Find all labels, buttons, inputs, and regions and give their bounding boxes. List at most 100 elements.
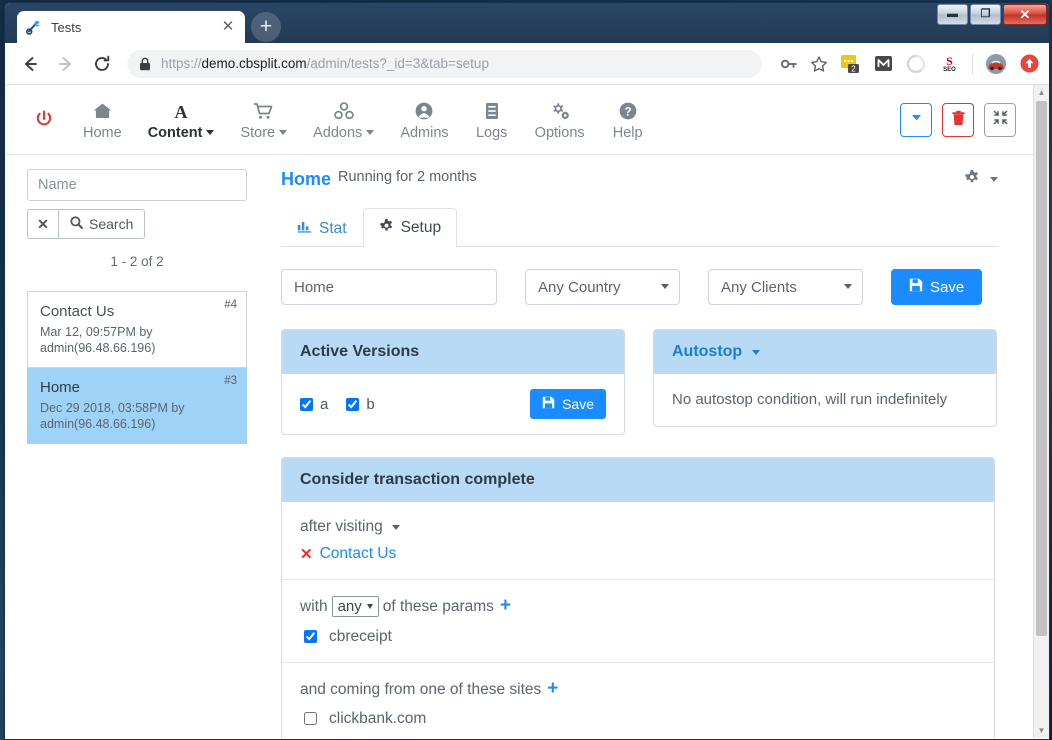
after-visiting-label: after visiting [300, 518, 383, 536]
list-item[interactable]: #4 Contact Us Mar 12, 09:57PM byadmin(96… [27, 291, 247, 368]
save-button[interactable]: Save [891, 269, 982, 305]
visited-page-link[interactable]: Contact Us [320, 545, 397, 563]
scrollbar-down-arrow[interactable]: ▼ [1034, 723, 1049, 738]
nav-item-options[interactable]: Options [535, 99, 585, 141]
circle-extension-icon[interactable] [906, 54, 926, 74]
address-bar[interactable]: https://demo.cbsplit.com/admin/tests?_id… [127, 50, 762, 78]
nav-item-help[interactable]: ? Help [611, 99, 645, 141]
search-icon [70, 216, 83, 232]
dropdown-toggle-button[interactable] [900, 103, 932, 137]
gears-icon [549, 99, 571, 123]
seo-extension-icon[interactable]: SSEO [939, 54, 959, 74]
desktop-background: Tests ✕ + ▬ ❐ ✕ [0, 0, 1052, 740]
caret-down-icon [910, 111, 923, 128]
scrollbar-up-arrow[interactable]: ▲ [1034, 85, 1049, 100]
site-clickbank-checkbox[interactable] [304, 712, 317, 725]
params-match-select[interactable]: any [332, 596, 379, 617]
key-icon[interactable] [780, 55, 798, 73]
list-item[interactable]: #3 Home Dec 29 2018, 03:58PM byadmin(96.… [27, 368, 247, 444]
delete-button[interactable] [942, 103, 974, 137]
browser-tab[interactable]: Tests ✕ [17, 11, 245, 43]
settings-menu-button[interactable] [964, 169, 998, 190]
forward-arrow-icon [56, 54, 76, 74]
chevron-down-icon [206, 130, 214, 135]
param-cbreceipt-checkbox[interactable] [304, 630, 317, 643]
after-visiting-dropdown[interactable]: after visiting [300, 518, 400, 536]
add-site-button[interactable]: + [547, 678, 558, 699]
svg-text:A: A [175, 102, 188, 121]
test-settings-form: Any Country Any Clients [281, 269, 998, 305]
nav-item-home[interactable]: Home [83, 99, 122, 141]
version-b-checkbox[interactable] [346, 398, 359, 411]
cart-icon [253, 99, 274, 123]
upload-extension-icon[interactable] [1019, 54, 1039, 74]
reload-button[interactable] [87, 49, 117, 79]
version-checkbox-b[interactable]: b [346, 396, 374, 413]
notes-extension-icon[interactable]: 2 [840, 54, 860, 74]
nav-item-logs[interactable]: Logs [475, 99, 509, 141]
browser-title-bar: Tests ✕ + ▬ ❐ ✕ [5, 3, 1049, 43]
pagination-info: 1 - 2 of 2 [27, 254, 247, 269]
country-select[interactable]: Any Country [525, 269, 680, 305]
star-icon[interactable] [810, 55, 828, 73]
test-name-input[interactable] [281, 269, 497, 305]
url-path: /admin/tests?_id=3&tab=setup [307, 56, 489, 71]
nav-item-store[interactable]: Store [240, 99, 287, 141]
svg-text:2: 2 [851, 64, 856, 73]
app-navigation-bar: Home A Content Store [5, 85, 1034, 155]
transaction-panel-header: Consider transaction complete [282, 458, 994, 502]
nav-item-admins[interactable]: Admins [400, 99, 448, 141]
tab-setup[interactable]: Setup [363, 208, 458, 247]
autostop-status-text: No autostop condition, will run indefini… [672, 389, 978, 411]
add-param-button[interactable]: + [500, 595, 511, 616]
clear-search-button[interactable]: ✕ [27, 209, 59, 239]
browser-tab-title: Tests [51, 20, 219, 35]
nav-item-power[interactable] [27, 107, 61, 133]
scrollbar-thumb[interactable] [1036, 101, 1047, 636]
search-name-input[interactable] [27, 169, 247, 201]
trash-icon [951, 110, 966, 130]
page-viewport: Home A Content Store [5, 85, 1049, 738]
nav-item-store-label: Store [240, 125, 287, 141]
gear-icon [964, 169, 980, 190]
clients-select[interactable]: Any Clients [708, 269, 863, 305]
new-tab-button[interactable]: + [251, 12, 281, 42]
active-versions-body: a b [282, 374, 624, 434]
page-title: Home [281, 169, 331, 190]
panels-row: Active Versions a b [281, 329, 998, 435]
tab-close-icon[interactable]: ✕ [219, 18, 237, 36]
tab-stat-label: Stat [319, 220, 347, 238]
version-checkbox-a[interactable]: a [300, 396, 328, 413]
list-item-badge: #3 [224, 375, 237, 387]
toolbar-divider [972, 54, 973, 74]
nav-item-addons[interactable]: Addons [313, 99, 374, 141]
nav-item-content[interactable]: A Content [148, 99, 215, 141]
back-button[interactable] [15, 49, 45, 79]
autostop-panel: Autostop No autostop condition, will run… [653, 329, 997, 427]
forward-button[interactable] [51, 49, 81, 79]
nav-item-options-label: Options [535, 125, 585, 141]
version-a-checkbox[interactable] [300, 398, 313, 411]
tab-stat[interactable]: Stat [281, 209, 363, 247]
car-profile-avatar[interactable] [986, 54, 1006, 74]
power-icon [34, 107, 54, 131]
window-maximize-button[interactable]: ❐ [970, 4, 1001, 25]
browser-toolbar: https://demo.cbsplit.com/admin/tests?_id… [5, 43, 1049, 85]
remove-icon[interactable]: ✕ [300, 545, 313, 563]
params-condition-line: withanyof these params+ [300, 596, 976, 617]
autostop-header[interactable]: Autostop [654, 330, 996, 374]
search-button[interactable]: Search [59, 209, 145, 239]
address-bar-url: https://demo.cbsplit.com/admin/tests?_id… [161, 56, 489, 71]
window-controls: ▬ ❐ ✕ [935, 4, 1047, 25]
site-checkbox-row[interactable]: clickbank.com [300, 709, 976, 728]
versions-save-button[interactable]: Save [530, 389, 606, 419]
list-item-meta: Mar 12, 09:57PM byadmin(96.48.66.196) [40, 324, 234, 356]
window-minimize-button[interactable]: ▬ [937, 4, 968, 25]
page-scrollbar[interactable]: ▲ ▼ [1033, 85, 1049, 738]
params-suffix-label: of these params [383, 598, 494, 615]
mailbox-extension-icon[interactable] [873, 54, 893, 74]
window-close-button[interactable]: ✕ [1003, 4, 1047, 25]
param-checkbox-row[interactable]: cbreceipt [300, 627, 976, 646]
nav-item-content-label: Content [148, 125, 215, 141]
compress-button[interactable] [984, 103, 1016, 137]
